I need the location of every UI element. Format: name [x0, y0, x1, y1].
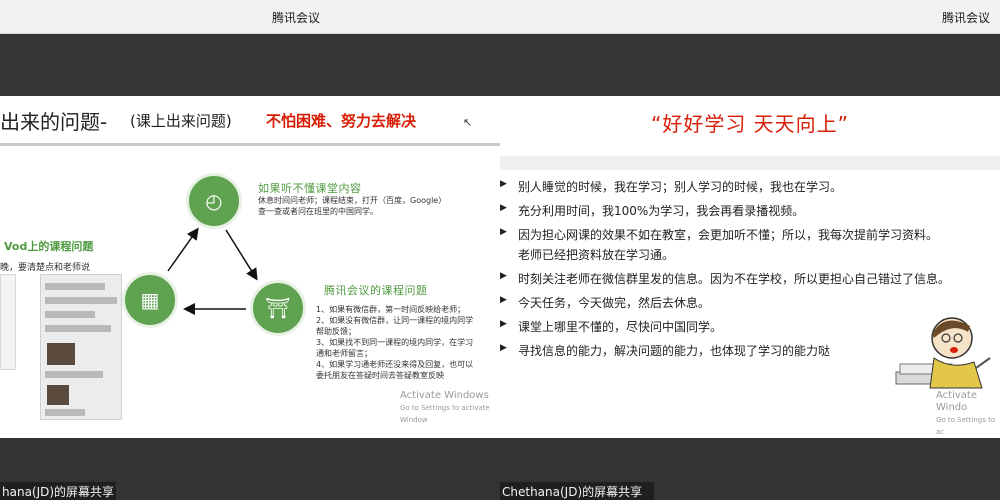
chat-line [45, 297, 117, 304]
chat-line [45, 311, 95, 318]
right-shared-slide: “好好学习 天天向上” ▶ 别人睡觉的时候，我在学习；别人学习的时候，我也在学习。… [500, 96, 1000, 438]
bullet-marker-icon: ▶ [500, 179, 507, 189]
left-screen-share-label: hana(JD)的屏幕共享 [0, 482, 116, 500]
chat-line [45, 409, 85, 416]
wechat-chat-screenshot [40, 274, 122, 420]
section-tencent-line6: 4、如果学习通老师还没来得及回复，也可以 [316, 360, 474, 369]
section-top-title: 如果听不懂课堂内容 [258, 182, 362, 195]
left-title-bar: 腾讯会议 [0, 0, 500, 34]
left-cropped-screenshot [0, 274, 16, 370]
right-app-title: 腾讯会议 [942, 11, 991, 25]
right-watermark-title: Activate Windo [936, 390, 977, 413]
chat-image [47, 343, 75, 365]
left-shared-slide: 出来的问题- (课上出来问题) 不怕困难、努力去解决 ↖ ◴ ▦ ⛩ 如果听不懂… [0, 96, 500, 438]
chat-line [45, 283, 105, 290]
chat-image [47, 385, 69, 405]
section-tencent-line2: 2、如果没有微信群，让同一课程的境内同学 [316, 316, 474, 325]
right-title-bar: 腾讯会议 [500, 0, 1000, 34]
bullet-marker-icon: ▶ [500, 319, 507, 329]
arrow-up-left [167, 227, 199, 272]
right-meeting-window: 腾讯会议 “好好学习 天天向上” ▶ 别人睡觉的时候，我在学习；别人学习的时候，我… [500, 0, 1000, 500]
section-top-line2: 查一查或者问在班里的中国同学。 [258, 207, 378, 216]
bullet-marker-icon: ▶ [500, 203, 507, 213]
right-slide-divider [500, 156, 1000, 170]
left-watermark-title: Activate Windows [400, 390, 489, 401]
left-app-title: 腾讯会议 [272, 11, 321, 25]
section-tencent-line7: 委托朋友在答疑时间去答疑教室反映 [316, 371, 444, 380]
section-top-line1: 休息时间问老师；课程结束，打开（百度，Google） [258, 196, 447, 205]
left-meeting-window: 腾讯会议 出来的问题- (课上出来问题) 不怕困难、努力去解决 ↖ ◴ ▦ ⛩ … [0, 0, 500, 500]
left-watermark-sub: Go to Settings to activate Window [400, 404, 490, 424]
bullet-marker-icon: ▶ [500, 295, 507, 305]
section-tencent-line4: 3、如果找不到同一课程的境内同学，在学习 [316, 338, 474, 347]
right-activate-watermark: Activate Windo Go to Settings to ac [936, 390, 1000, 438]
chat-line [45, 325, 111, 332]
bullet-marker-icon: ▶ [500, 343, 507, 353]
right-slide-title: “好好学习 天天向上” [650, 112, 850, 136]
arrow-down-right [225, 229, 258, 281]
right-watermark-sub: Go to Settings to ac [936, 416, 996, 436]
section-tencent-line3: 帮助反馈； [316, 327, 356, 336]
left-top-dark-area [0, 34, 500, 96]
section-tencent-line5: 通和老师留言； [316, 349, 372, 358]
section-tencent-line1: 1、如果有微信群，第一时间反映给老师； [316, 305, 466, 314]
bullet-marker-icon: ▶ [500, 227, 507, 237]
right-top-dark-area [500, 34, 1000, 96]
section-vod-note: 晚，要清楚点和老师说 [0, 263, 91, 273]
studying-cartoon-icon [895, 317, 991, 389]
section-tencent-title: 腾讯会议的课程问题 [324, 284, 428, 297]
chat-line [45, 371, 103, 378]
right-screen-share-label: Chethana(JD)的屏幕共享 [500, 482, 654, 500]
left-activate-watermark: Activate Windows Go to Settings to activ… [400, 390, 500, 426]
bullet-marker-icon: ▶ [500, 271, 507, 281]
section-vod-title: Vod上的课程问题 [4, 240, 94, 253]
